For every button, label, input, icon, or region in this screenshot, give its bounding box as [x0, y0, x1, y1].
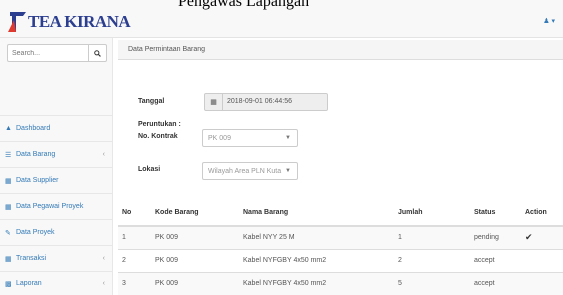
table-header-row: No Kode Barang Nama Barang Jumlah Status…: [118, 199, 563, 227]
chevron-left-icon: ‹: [102, 255, 105, 262]
search-icon: [94, 49, 101, 57]
user-icon: ♟: [543, 18, 550, 25]
kontrak-label: No. Kontrak: [138, 133, 178, 140]
sidebar-item-transaksi[interactable]: ▦ Transaksi ‹: [0, 245, 113, 271]
top-navbar: TEA KIRANA Pengawas Lapangan ♟ ▾: [0, 0, 563, 38]
column-header: Nama Barang: [239, 199, 394, 227]
cell-no: 3: [118, 271, 151, 295]
column-header: Status: [470, 199, 521, 227]
cell-jumlah: 1: [394, 225, 470, 249]
cell-status: accept: [470, 248, 521, 272]
search-button[interactable]: [88, 45, 106, 61]
permintaan-table: No Kode Barang Nama Barang Jumlah Status…: [118, 199, 563, 295]
sidebar-item-dashboard[interactable]: ▲ Dashboard: [0, 115, 113, 141]
table-icon: ▦: [5, 177, 12, 185]
tanggal-value: 2018-09-01 06:44:56: [227, 98, 292, 105]
cell-no: 2: [118, 248, 151, 272]
user-menu[interactable]: ♟ ▾: [543, 17, 555, 25]
cell-jumlah: 2: [394, 248, 470, 272]
cell-no: 1: [118, 225, 151, 249]
sidebar-item-data-supplier[interactable]: ▦ Data Supplier: [0, 167, 113, 193]
cell-kode: PK 009: [151, 248, 239, 272]
calendar-icon: ▦: [205, 94, 223, 110]
edit-icon: ✎: [5, 229, 11, 237]
column-header: Action: [521, 199, 563, 227]
kontrak-value: PK 009: [208, 134, 231, 142]
sidebar-item-label: Data Barang: [16, 151, 56, 158]
table-icon: ▦: [5, 255, 12, 263]
peruntukan-label: Peruntukan :: [138, 121, 181, 128]
cell-action: [521, 271, 563, 295]
page-title: Pengawas Lapangan: [178, 0, 310, 10]
chevron-left-icon: ‹: [102, 280, 105, 287]
sidebar-item-label: Data Proyek: [16, 229, 55, 236]
cell-nama: Kabel NYFGBY 4x50 mm2: [239, 271, 394, 295]
cell-status: accept: [470, 271, 521, 295]
list-icon: ☰: [5, 151, 12, 159]
breadcrumb: Data Permintaan Barang: [118, 40, 563, 60]
logo-icon: [8, 12, 26, 32]
table-icon: ▦: [5, 203, 12, 211]
chevron-left-icon: ‹: [102, 151, 105, 158]
table-row: 3 PK 009 Kabel NYFGBY 4x50 mm2 5 accept: [118, 271, 563, 295]
cell-jumlah: 5: [394, 271, 470, 295]
sidebar-item-label: Data Supplier: [16, 177, 59, 184]
chevron-down-icon: ▼: [285, 135, 291, 141]
sidebar-item-data-pegawai-proyek[interactable]: ▦ Data Pegawai Proyek: [0, 193, 113, 219]
column-header: Jumlah: [394, 199, 470, 227]
sidebar-item-label: Dashboard: [16, 125, 51, 132]
chevron-down-icon: ▼: [285, 168, 291, 174]
lokasi-select[interactable]: Wilayah Area PLN Kuta ▼: [202, 162, 298, 180]
sidebar-item-data-barang[interactable]: ☰ Data Barang ‹: [0, 141, 113, 167]
sidebar-search: [7, 44, 107, 62]
tanggal-field[interactable]: ▦ 2018-09-01 06:44:56: [204, 93, 328, 111]
lokasi-value: Wilayah Area PLN Kuta: [208, 167, 282, 175]
cell-nama: Kabel NYFGBY 4x50 mm2: [239, 248, 394, 272]
lokasi-label: Lokasi: [138, 166, 161, 173]
column-header: No: [118, 199, 151, 227]
chevron-down-icon: ▾: [551, 18, 555, 25]
kontrak-select[interactable]: PK 009 ▼: [202, 129, 298, 147]
cell-nama: Kabel NYY 25 M: [239, 225, 394, 249]
cell-action: [521, 248, 563, 272]
dashboard-icon: ▲: [5, 125, 12, 132]
check-icon[interactable]: ✔: [525, 232, 533, 242]
column-header: Kode Barang: [151, 199, 239, 227]
cell-action[interactable]: ✔: [521, 225, 563, 249]
sidebar-item-laporan[interactable]: ▩ Laporan ‹: [0, 271, 113, 295]
cell-kode: PK 009: [151, 271, 239, 295]
cell-status: pending: [470, 225, 521, 249]
brand-logo[interactable]: TEA KIRANA: [7, 10, 131, 34]
cell-kode: PK 009: [151, 225, 239, 249]
search-input[interactable]: [8, 45, 88, 61]
sidebar-item-label: Transaksi: [16, 255, 47, 262]
brand-name: TEA KIRANA: [28, 12, 131, 31]
sidebar-item-data-proyek[interactable]: ✎ Data Proyek: [0, 219, 113, 245]
table-row: 2 PK 009 Kabel NYFGBY 4x50 mm2 2 accept: [118, 248, 563, 272]
sidebar-item-label: Laporan: [16, 280, 42, 287]
tanggal-label: Tanggal: [138, 98, 165, 105]
sidebar-item-label: Data Pegawai Proyek: [16, 203, 84, 210]
chart-icon: ▩: [5, 280, 12, 288]
table-row: 1 PK 009 Kabel NYY 25 M 1 pending ✔: [118, 225, 563, 249]
